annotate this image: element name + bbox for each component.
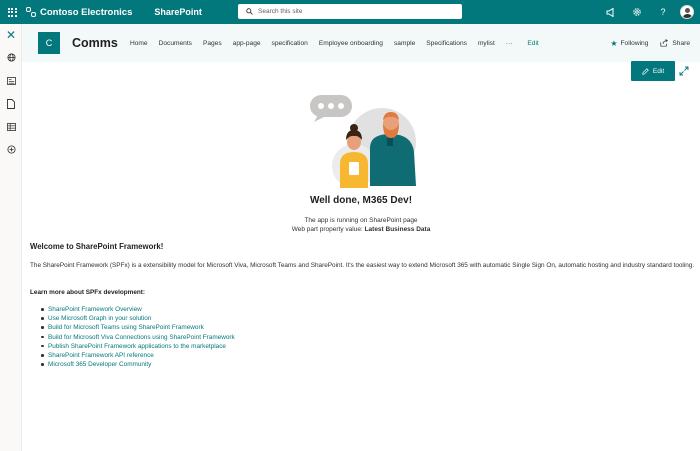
nav-item-pages[interactable]: Pages — [203, 40, 222, 47]
page-icon[interactable] — [0, 92, 22, 115]
help-icon[interactable]: ? — [650, 0, 676, 24]
environment-info: The app is running on SharePoint page We… — [22, 216, 700, 234]
link-spfx-overview[interactable]: SharePoint Framework Overview — [41, 305, 235, 314]
suite-bar: Contoso Electronics SharePoint ? — [0, 0, 700, 24]
welcome-illustration — [310, 95, 416, 188]
avatar[interactable] — [680, 5, 694, 19]
environment-line: The app is running on SharePoint page — [304, 217, 418, 224]
nav-item-home[interactable]: Home — [130, 40, 148, 47]
site-logo[interactable]: C — [38, 32, 60, 54]
nav-item-sample[interactable]: sample — [394, 40, 415, 47]
org-name: Contoso Electronics — [40, 6, 133, 18]
app-name-link[interactable]: SharePoint — [154, 7, 202, 17]
follow-label: Following — [620, 39, 649, 47]
megaphone-icon[interactable] — [598, 0, 624, 24]
link-api-reference[interactable]: SharePoint Framework API reference — [41, 351, 235, 360]
property-line: Web part property value: Latest Business… — [22, 225, 700, 234]
share-button[interactable]: Share — [660, 39, 690, 47]
star-icon: ★ — [610, 38, 618, 48]
link-teams[interactable]: Build for Microsoft Teams using SharePoi… — [41, 323, 235, 332]
site-title[interactable]: Comms — [72, 36, 118, 50]
property-value: Latest Business Data — [364, 226, 431, 233]
follow-button[interactable]: ★ Following — [610, 39, 648, 48]
link-microsoft-graph[interactable]: Use Microsoft Graph in your solution — [41, 314, 235, 323]
nav-item-specification[interactable]: specification — [272, 40, 308, 47]
nav-more-button[interactable]: ··· — [506, 40, 513, 47]
search-box[interactable] — [238, 4, 462, 19]
nav-item-app-page[interactable]: app-page — [233, 40, 261, 47]
site-actions: ★ Following Share — [610, 24, 690, 62]
link-publish-marketplace[interactable]: Publish SharePoint Framework application… — [41, 342, 235, 351]
expand-icon[interactable] — [679, 66, 689, 76]
greeting-heading: Well done, M365 Dev! — [309, 195, 413, 206]
suite-actions: ? — [598, 0, 700, 24]
gear-icon[interactable] — [624, 0, 650, 24]
nav-edit-link[interactable]: Edit — [527, 40, 538, 47]
news-icon[interactable] — [0, 69, 22, 92]
nav-item-documents[interactable]: Documents — [159, 40, 192, 47]
app-launcher-icon[interactable] — [0, 0, 24, 24]
learn-more-heading: Learn more about SPFx development: — [30, 289, 146, 296]
left-app-bar: ✕ — [0, 24, 22, 451]
search-input[interactable] — [258, 8, 448, 15]
pencil-icon — [642, 67, 649, 75]
nav-item-employee-onboarding[interactable]: Employee onboarding — [319, 40, 383, 47]
globe-icon[interactable] — [0, 46, 22, 69]
nav-item-specifications[interactable]: Specifications — [426, 40, 467, 47]
page-edit-button[interactable]: Edit — [631, 61, 675, 81]
learn-more-links: SharePoint Framework Overview Use Micros… — [41, 305, 235, 369]
contoso-logo-icon — [26, 6, 37, 18]
spfx-description: The SharePoint Framework (SPFx) is a ext… — [30, 262, 695, 269]
list-icon[interactable] — [0, 115, 22, 138]
link-viva-connections[interactable]: Build for Microsoft Viva Connections usi… — [41, 333, 235, 342]
org-brand[interactable]: Contoso Electronics — [26, 6, 133, 18]
page-edit-label: Edit — [652, 67, 665, 75]
nav-item-mylist[interactable]: mylist — [478, 40, 495, 47]
add-icon[interactable] — [0, 138, 22, 161]
site-navigation: Home Documents Pages app-page specificat… — [130, 40, 539, 47]
page-canvas: Well done, M365 Dev! The app is running … — [22, 82, 700, 451]
search-icon — [246, 8, 253, 15]
share-icon — [660, 39, 669, 47]
site-header: C Comms Home Documents Pages app-page sp… — [22, 24, 700, 62]
link-developer-community[interactable]: Microsoft 365 Developer Community — [41, 360, 235, 369]
welcome-heading: Welcome to SharePoint Framework! — [30, 242, 164, 251]
close-icon[interactable]: ✕ — [0, 24, 22, 46]
property-label: Web part property value: — [291, 226, 365, 233]
share-label: Share — [672, 39, 690, 47]
